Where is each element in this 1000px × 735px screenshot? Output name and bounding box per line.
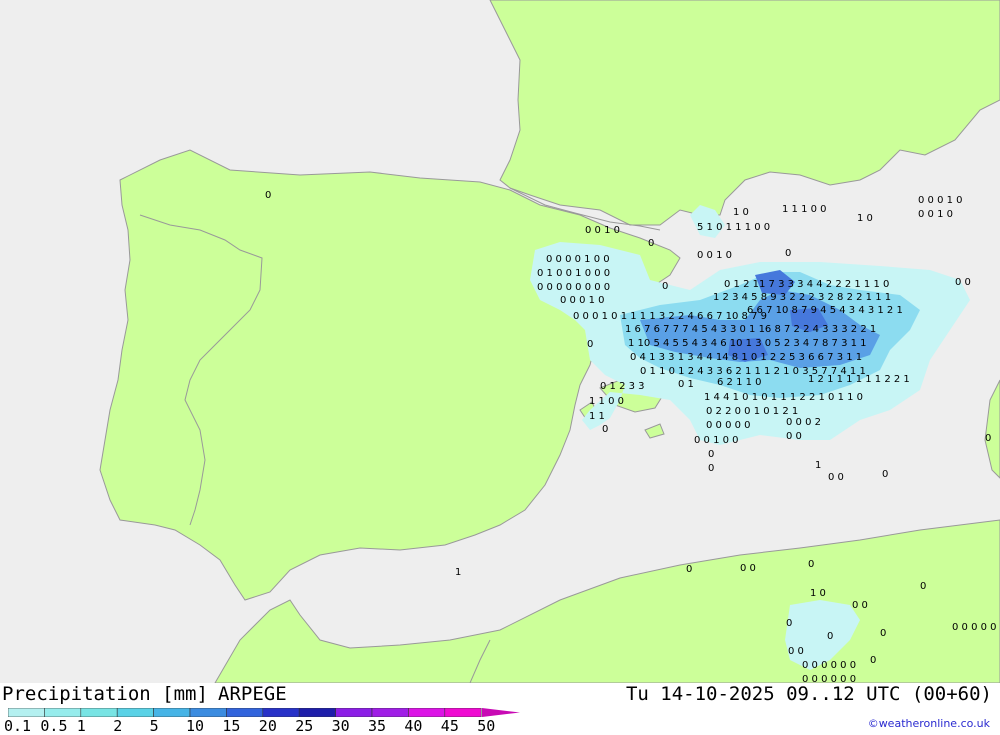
precip-label: 0 [827, 631, 833, 642]
legend-swatch [116, 708, 154, 717]
precip-label: 1 0 [810, 588, 826, 599]
precipitation-map: 0 1 0 1 1 1 0 0 5 1 0 1 1 1 0 0 0 0 1 0 … [0, 0, 1000, 685]
precip-label: 1 6 7 6 7 7 7 4 5 4 3 3 0 1 16 8 7 2 2 4… [625, 324, 876, 335]
precip-label: 0 0 0 0 1 0 0 [546, 254, 610, 265]
legend-label: 0.5 [40, 717, 68, 735]
precip-label: 0 [662, 281, 668, 292]
precip-label: 0 0 0 1 0 1 1 1 1 3 2 2 4 6 6 7 10 8 7 9 [573, 311, 767, 322]
legend-swatch [189, 708, 227, 717]
precip-label: 0 0 [786, 431, 802, 442]
precip-label: 1 4 4 1 0 1 0 1 1 1 2 2 1 0 1 1 0 [704, 392, 863, 403]
legend-swatch [408, 708, 446, 717]
precip-label: 0 0 0 0 0 0 [802, 660, 856, 671]
precip-label: 0 [265, 190, 271, 201]
precip-label: 0 0 [828, 472, 844, 483]
precip-label: 0 0 1 0 0 [694, 435, 739, 446]
precip-label: 0 [708, 449, 714, 460]
precip-label: 0 0 0 2 [786, 417, 821, 428]
precip-label: 0 0 0 1 0 [918, 195, 963, 206]
precip-label: 1 2 3 4 5 8 9 3 2 2 2 3 2 8 2 2 1 1 1 [713, 292, 891, 303]
precip-label: 0 1 2 3 3 [600, 381, 645, 392]
legend-label: 35 [368, 717, 387, 735]
legend-swatch [444, 708, 482, 717]
map-title: Precipitation [mm] [2, 683, 208, 705]
precip-label: 0 0 0 0 0 0 [952, 622, 1000, 633]
legend-label: 40 [404, 717, 423, 735]
precip-label: 1 1 [589, 411, 605, 422]
precip-label: 0 [686, 564, 692, 575]
legend-label: 30 [331, 717, 350, 735]
legend-swatch [371, 708, 409, 717]
precip-label: 1 1 1 0 0 [782, 204, 827, 215]
precip-label: 1 [455, 567, 461, 578]
precip-label: 0 [648, 238, 654, 249]
precip-label: 1 0 [733, 207, 749, 218]
valid-time: Tu 14-10-2025 09..12 UTC (00+60) [625, 683, 992, 705]
legend-swatch [44, 708, 82, 717]
legend-swatch [153, 708, 191, 717]
precip-label: 1 2 1 1 1 1 1 1 2 2 1 [808, 374, 910, 385]
legend-swatch [262, 708, 300, 717]
precip-label: 0 0 [852, 600, 868, 611]
map-canvas: 0 1 0 1 1 1 0 0 5 1 0 1 1 1 0 0 0 0 1 0 … [0, 0, 1000, 685]
precip-label: 1 [815, 460, 821, 471]
precip-label: 0 [920, 581, 926, 592]
precip-label: 0 0 1 0 [585, 225, 620, 236]
model-name: ARPEGE [218, 683, 287, 705]
legend-swatch [298, 708, 336, 717]
precip-label: 5 1 0 1 1 1 0 0 [697, 222, 770, 233]
precip-label: 1 0 [857, 213, 873, 224]
map-footer: Precipitation [mm] ARPEGE Tu 14-10-2025 … [0, 683, 1000, 735]
precip-label: 0 1 0 0 1 0 0 0 [537, 268, 610, 279]
legend-swatch [335, 708, 373, 717]
legend-swatch [80, 708, 118, 717]
legend-label: 5 [149, 717, 159, 735]
precip-label: 0 [602, 424, 608, 435]
precip-label: 0 [808, 559, 814, 570]
precip-label: 0 0 [955, 277, 971, 288]
precip-label: 0 4 1 3 3 1 3 4 4 14 8 1 0 1 2 2 5 3 6 6… [630, 352, 862, 363]
precip-label: 0 [880, 628, 886, 639]
precip-label: 0 [786, 618, 792, 629]
legend-label: 15 [222, 717, 241, 735]
credit-link[interactable]: ©weatheronline.co.uk [868, 717, 990, 730]
precip-label: 1 10 5 4 5 5 4 3 4 6 10 1 3 0 5 2 3 4 7 … [628, 338, 867, 349]
precip-label: 6 6 7 10 8 7 9 4 5 4 3 4 3 1 2 1 [747, 305, 903, 316]
precip-label: 0 [882, 469, 888, 480]
legend-arrow [482, 708, 520, 717]
precip-label: 0 [587, 339, 593, 350]
legend-label: 20 [258, 717, 277, 735]
legend-label: 0.1 [4, 717, 32, 735]
legend-swatch [226, 708, 264, 717]
legend-label: 50 [477, 717, 496, 735]
precip-label: 0 2 2 0 0 1 0 1 2 1 [706, 406, 798, 417]
precip-label: 0 0 0 0 0 0 [802, 674, 856, 683]
legend-label: 45 [440, 717, 459, 735]
legend-label: 2 [113, 717, 123, 735]
legend-label: 1 [76, 717, 86, 735]
precip-label: 0 1 [678, 379, 694, 390]
legend-label: 10 [186, 717, 205, 735]
precip-label: 0 0 [740, 563, 756, 574]
precip-label: 6 2 1 1 0 [717, 377, 762, 388]
precip-label: 0 [870, 655, 876, 666]
precip-label: 0 0 1 0 [918, 209, 953, 220]
precip-label: 0 0 [788, 646, 804, 657]
legend-label: 25 [295, 717, 314, 735]
precip-label: 0 1 2 11 7 3 3 3 4 4 2 2 2 1 1 1 0 [724, 279, 889, 290]
precip-label: 0 [785, 248, 791, 259]
legend-swatch [8, 708, 45, 717]
legend-color-bar [8, 708, 520, 717]
precip-label: 0 0 1 0 [697, 250, 732, 261]
precip-label: 0 [708, 463, 714, 474]
precip-label: 0 [985, 433, 991, 444]
precip-label: 0 0 0 0 0 [706, 420, 751, 431]
precip-label: 1 1 0 0 [589, 396, 624, 407]
precip-label: 0 0 0 1 0 [560, 295, 605, 306]
precip-label: 0 0 0 0 0 0 0 0 [537, 282, 610, 293]
